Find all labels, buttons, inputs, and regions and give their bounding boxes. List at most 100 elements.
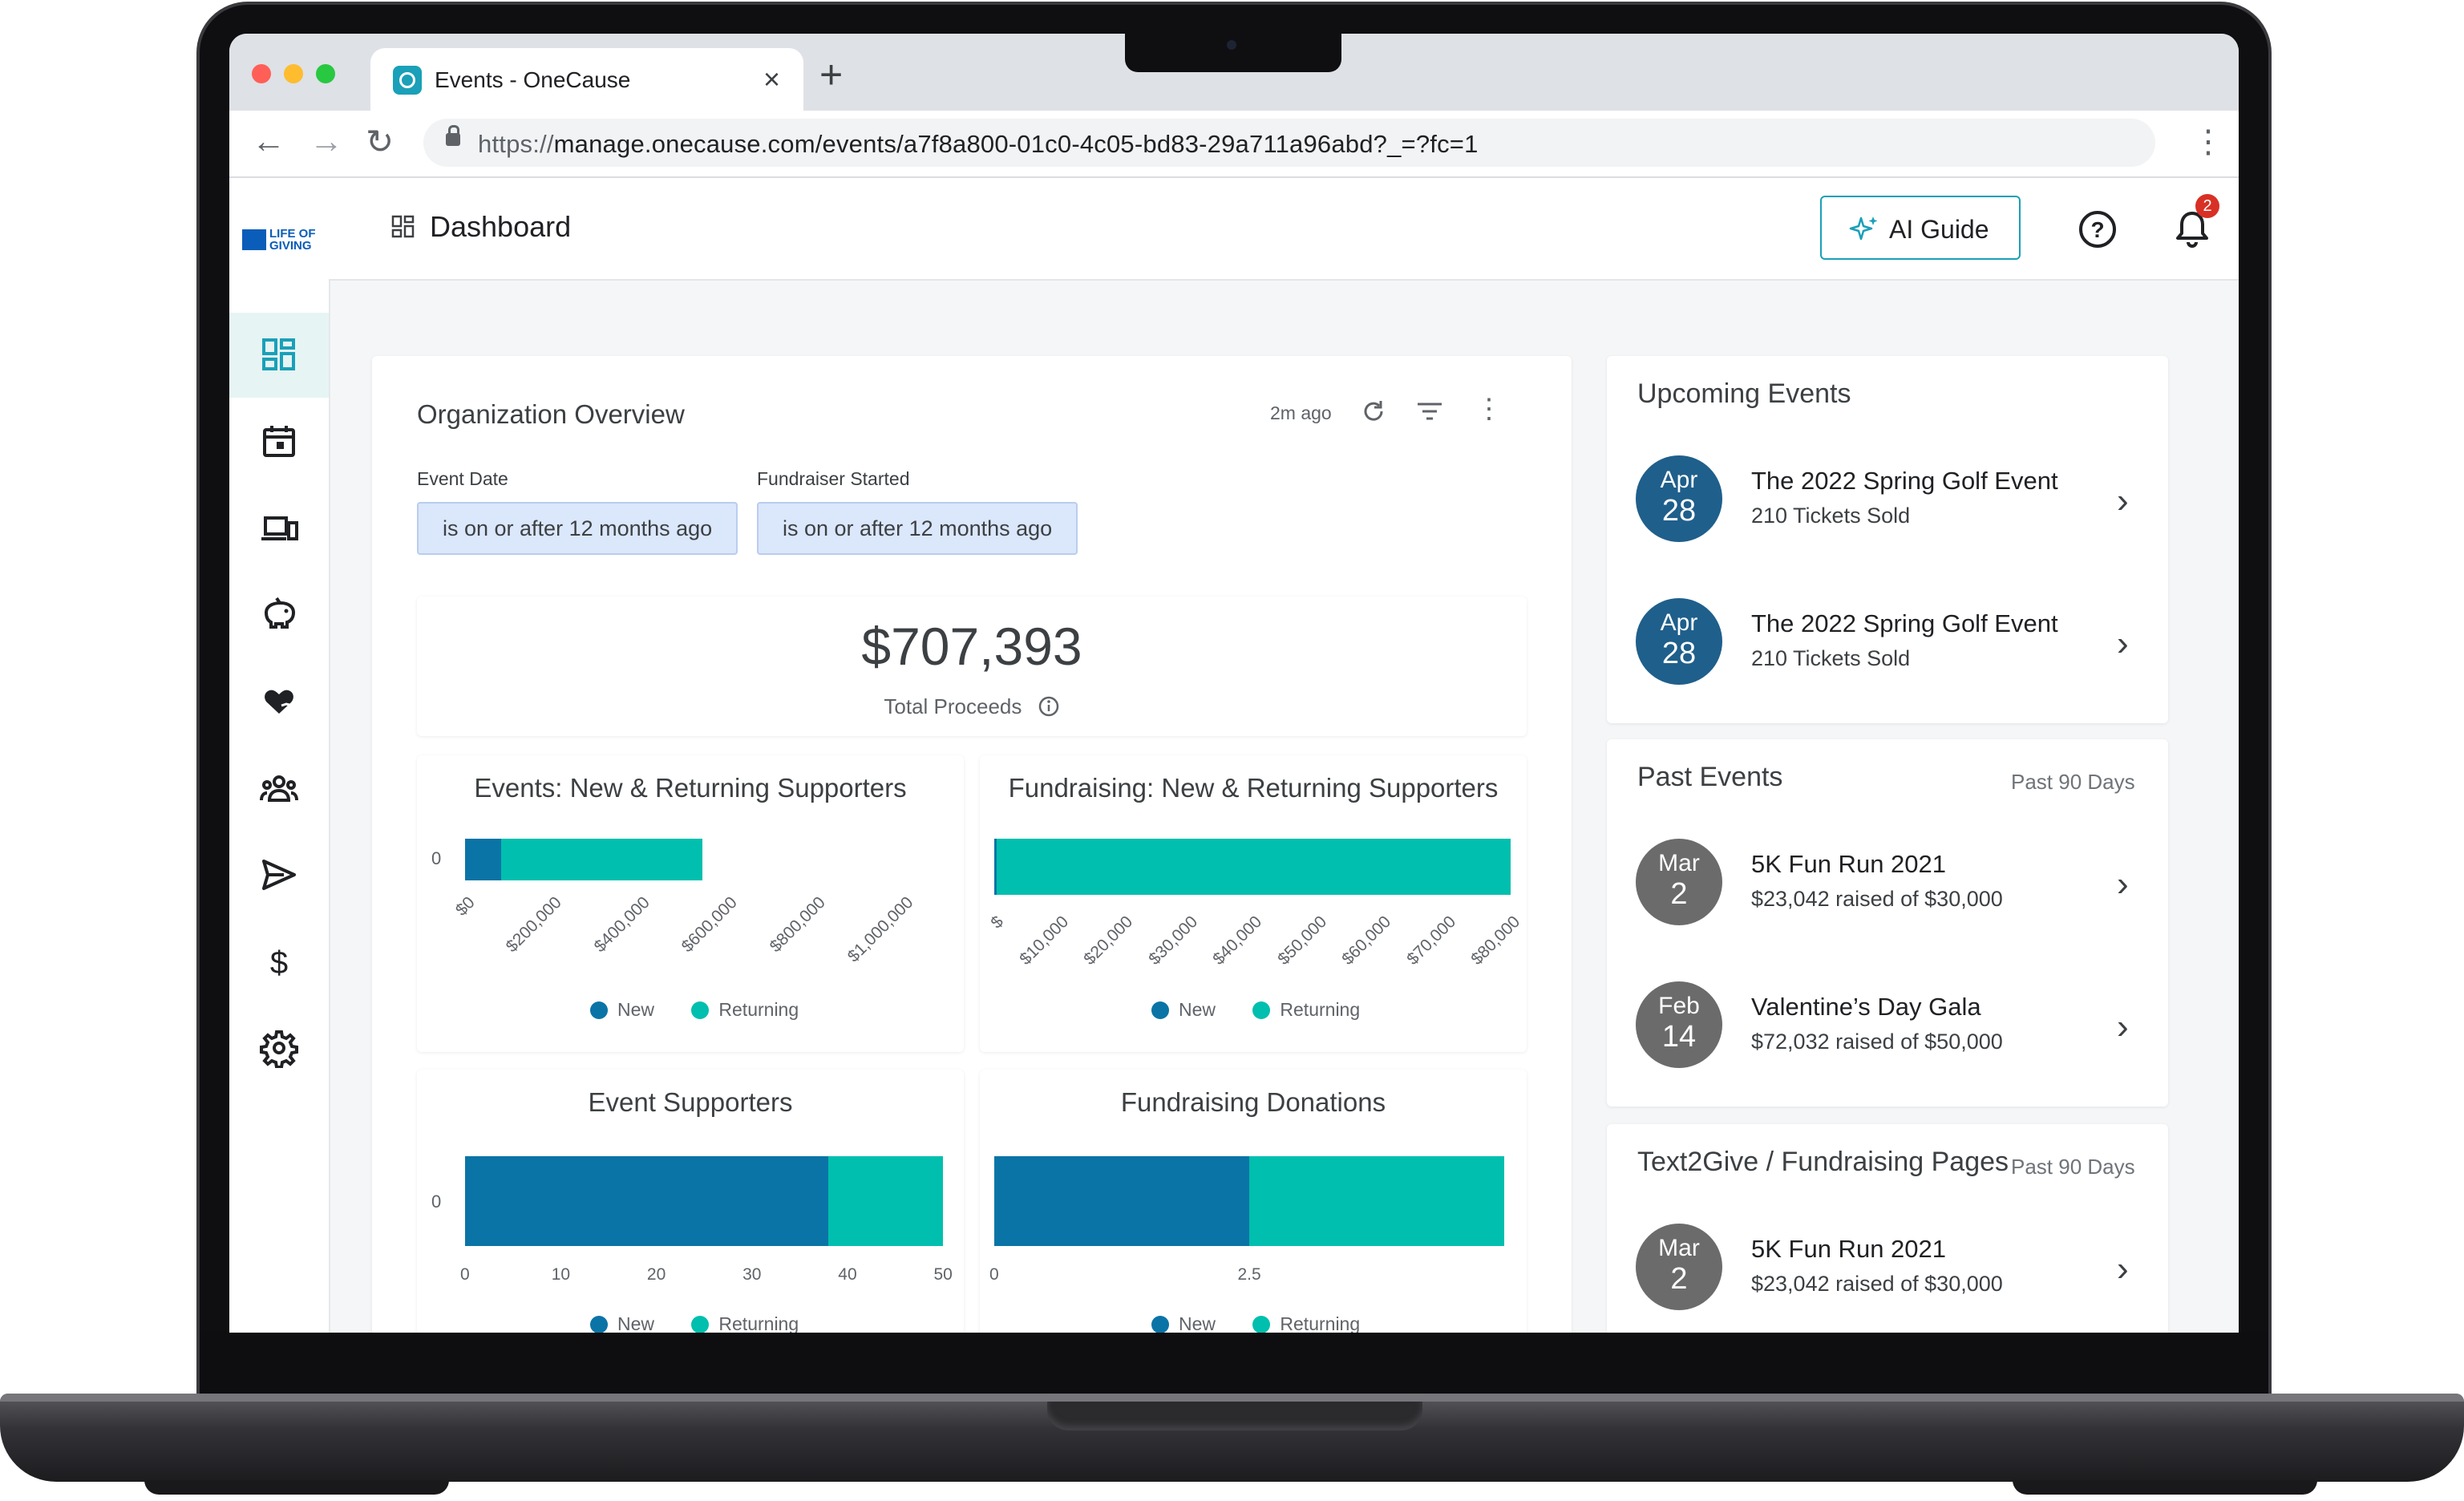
chart-card: Fundraising: New & Returning Supporters … bbox=[980, 755, 1527, 1052]
sidebar-item-events[interactable] bbox=[229, 399, 329, 484]
bar-new[interactable] bbox=[994, 1156, 1249, 1246]
sidebar-item-donations[interactable] bbox=[229, 659, 329, 744]
event-row[interactable]: Feb 14 Valentine’s Day Gala $72,032 raise… bbox=[1636, 981, 2133, 1078]
event-name: Valentine’s Day Gala bbox=[1751, 993, 1981, 1021]
tab-close-icon[interactable]: × bbox=[763, 63, 780, 96]
sidebar-item-messages[interactable] bbox=[229, 832, 329, 917]
svg-text:?: ? bbox=[2090, 217, 2104, 242]
event-row[interactable]: Apr 28 The 2022 Spring Golf Event 210 Tic… bbox=[1636, 598, 2133, 694]
chevron-right-icon[interactable]: › bbox=[2117, 1249, 2129, 1289]
browser-tab[interactable]: Events - OneCause × bbox=[370, 48, 803, 111]
chevron-right-icon[interactable]: › bbox=[2117, 1007, 2129, 1047]
bar-returning[interactable] bbox=[501, 839, 702, 880]
piggy-bank-icon bbox=[264, 597, 296, 629]
minimize-window-button[interactable] bbox=[284, 64, 303, 83]
page-title: Dashboard bbox=[430, 210, 572, 243]
total-proceeds-label: Total Proceeds bbox=[417, 694, 1527, 719]
new-tab-button[interactable]: + bbox=[819, 51, 843, 98]
x-tick-label: $10,000 bbox=[1015, 912, 1072, 969]
ai-guide-label: AI Guide bbox=[1889, 215, 1989, 244]
bar-returning[interactable] bbox=[997, 839, 1511, 895]
legend-new[interactable]: New bbox=[590, 999, 654, 1020]
chart-legend: New Returning bbox=[1151, 1313, 1360, 1333]
laptop-thumb-notch bbox=[1047, 1402, 1422, 1430]
total-proceeds-card: $707,393 Total Proceeds bbox=[417, 597, 1527, 736]
fundraiser-started-filter-chip[interactable]: is on or after 12 months ago bbox=[757, 502, 1078, 555]
bar-returning[interactable] bbox=[1249, 1156, 1504, 1246]
bar-new[interactable] bbox=[465, 1156, 828, 1246]
x-tick-label: $20,000 bbox=[1080, 912, 1137, 969]
laptop-foot-left bbox=[144, 1480, 449, 1495]
dashboard-icon bbox=[391, 215, 415, 238]
past-events-range: Past 90 Days bbox=[2011, 770, 2135, 794]
event-raised: $23,042 raised of $30,000 bbox=[1751, 887, 2003, 911]
legend-returning[interactable]: Returning bbox=[691, 1313, 799, 1333]
sidebar-item-fundraising[interactable] bbox=[229, 572, 329, 657]
x-axis: $0 $200,000 $400,000 $600,000 $800,000 $1,000… bbox=[452, 893, 948, 973]
browser-menu-icon[interactable]: ⋮ bbox=[2192, 123, 2224, 160]
legend-returning[interactable]: Returning bbox=[1252, 999, 1360, 1020]
send-icon bbox=[262, 860, 296, 890]
chevron-right-icon[interactable]: › bbox=[2117, 864, 2129, 904]
x-tick-label: $200,000 bbox=[503, 893, 566, 957]
sidebar-item-supporters[interactable] bbox=[229, 746, 329, 831]
event-date-badge: Mar 2 bbox=[1636, 1224, 1722, 1310]
reload-icon[interactable]: ↻ bbox=[366, 122, 394, 161]
bar-returning[interactable] bbox=[827, 1156, 943, 1246]
event-date-badge: Apr 28 bbox=[1636, 598, 1722, 685]
legend-new[interactable]: New bbox=[1151, 1313, 1216, 1333]
upcoming-events-card: Upcoming Events Apr 28 The 2022 Spring Go… bbox=[1607, 356, 2168, 723]
info-icon[interactable] bbox=[1038, 695, 1060, 718]
url-text: https://manage.onecause.com/events/a7f8a… bbox=[478, 130, 1479, 158]
address-bar[interactable]: https://manage.onecause.com/events/a7f8a… bbox=[423, 119, 2155, 167]
event-row[interactable]: Mar 2 5K Fun Run 2021 $23,042 raised of $… bbox=[1636, 839, 2133, 935]
forward-icon[interactable]: → bbox=[310, 122, 343, 160]
close-window-button[interactable] bbox=[252, 64, 271, 83]
filter-icon[interactable] bbox=[1416, 399, 1443, 423]
chart-title: Fundraising Donations bbox=[1120, 1087, 1386, 1117]
calendar-icon bbox=[263, 426, 295, 457]
sidebar-item-dashboard[interactable] bbox=[229, 313, 329, 398]
tab-title: Events - OneCause bbox=[435, 67, 631, 92]
chevron-right-icon[interactable]: › bbox=[2117, 624, 2129, 664]
laptop-bezel bbox=[200, 1331, 2268, 1398]
x-tick-label: 40 bbox=[838, 1265, 857, 1284]
event-row[interactable]: Apr 28 The 2022 Spring Golf Event 210 Tic… bbox=[1636, 455, 2133, 552]
bar-new[interactable] bbox=[465, 839, 502, 880]
event-name: The 2022 Spring Golf Event bbox=[1751, 609, 2058, 637]
event-date-badge: Apr 28 bbox=[1636, 455, 1722, 542]
overview-title: Organization Overview bbox=[417, 399, 685, 429]
chart-title: Events: New & Returning Supporters bbox=[474, 773, 907, 803]
event-row[interactable]: Mar 2 5K Fun Run 2021 $23,042 raised of $… bbox=[1636, 1224, 2133, 1320]
x-tick-label: $0 bbox=[451, 893, 479, 920]
ai-guide-button[interactable]: AI Guide bbox=[1820, 196, 2021, 260]
legend-new[interactable]: New bbox=[1151, 999, 1216, 1020]
x-tick-label: $1,000,000 bbox=[844, 893, 917, 966]
x-axis: 0 10 20 30 40 50 bbox=[460, 1265, 953, 1289]
legend-returning[interactable]: Returning bbox=[1252, 1313, 1360, 1333]
overview-more-icon[interactable]: ⋮ bbox=[1475, 393, 1503, 425]
event-date-badge: Mar 2 bbox=[1636, 839, 1722, 925]
back-icon[interactable]: ← bbox=[252, 122, 285, 160]
sidebar-item-payments[interactable]: $ bbox=[229, 919, 329, 1004]
text2give-range: Past 90 Days bbox=[2011, 1155, 2135, 1179]
organization-overview-card: Organization Overview 2m ago ⋮ Event Dat… bbox=[372, 356, 1572, 1333]
sidebar-item-devices[interactable] bbox=[229, 486, 329, 571]
refresh-icon[interactable] bbox=[1360, 398, 1387, 425]
logo-text: LIFE OF GIVING bbox=[269, 227, 316, 253]
maximize-window-button[interactable] bbox=[316, 64, 335, 83]
legend-new[interactable]: New bbox=[590, 1313, 654, 1333]
camera-icon bbox=[1227, 40, 1236, 50]
upcoming-events-title: Upcoming Events bbox=[1637, 378, 1851, 409]
x-tick-label: 0 bbox=[989, 1265, 999, 1284]
event-date-filter-chip[interactable]: is on or after 12 months ago bbox=[417, 502, 738, 555]
onecause-favicon-icon bbox=[393, 66, 422, 95]
notification-badge: 2 bbox=[2195, 194, 2219, 218]
x-tick-label: 50 bbox=[933, 1265, 953, 1284]
event-tickets: 210 Tickets Sold bbox=[1751, 646, 1911, 670]
chevron-right-icon[interactable]: › bbox=[2117, 481, 2129, 521]
help-icon[interactable]: ? bbox=[2077, 208, 2118, 250]
dashboard-icon bbox=[262, 338, 295, 370]
sidebar-item-settings[interactable] bbox=[229, 1005, 329, 1090]
legend-returning[interactable]: Returning bbox=[691, 999, 799, 1020]
